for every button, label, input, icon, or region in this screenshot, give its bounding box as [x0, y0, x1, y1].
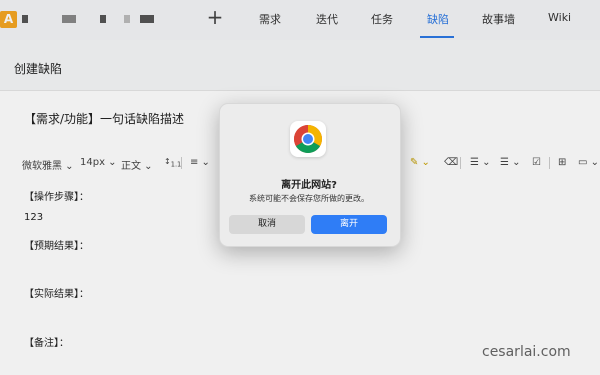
dialog-message: 系统可能不会保存您所做的更改。: [249, 194, 369, 203]
cancel-button[interactable]: 取消: [229, 215, 305, 234]
dialog-title: 离开此网站?: [281, 180, 337, 191]
chrome-icon: [290, 121, 326, 157]
leave-button[interactable]: 离开: [311, 215, 387, 234]
